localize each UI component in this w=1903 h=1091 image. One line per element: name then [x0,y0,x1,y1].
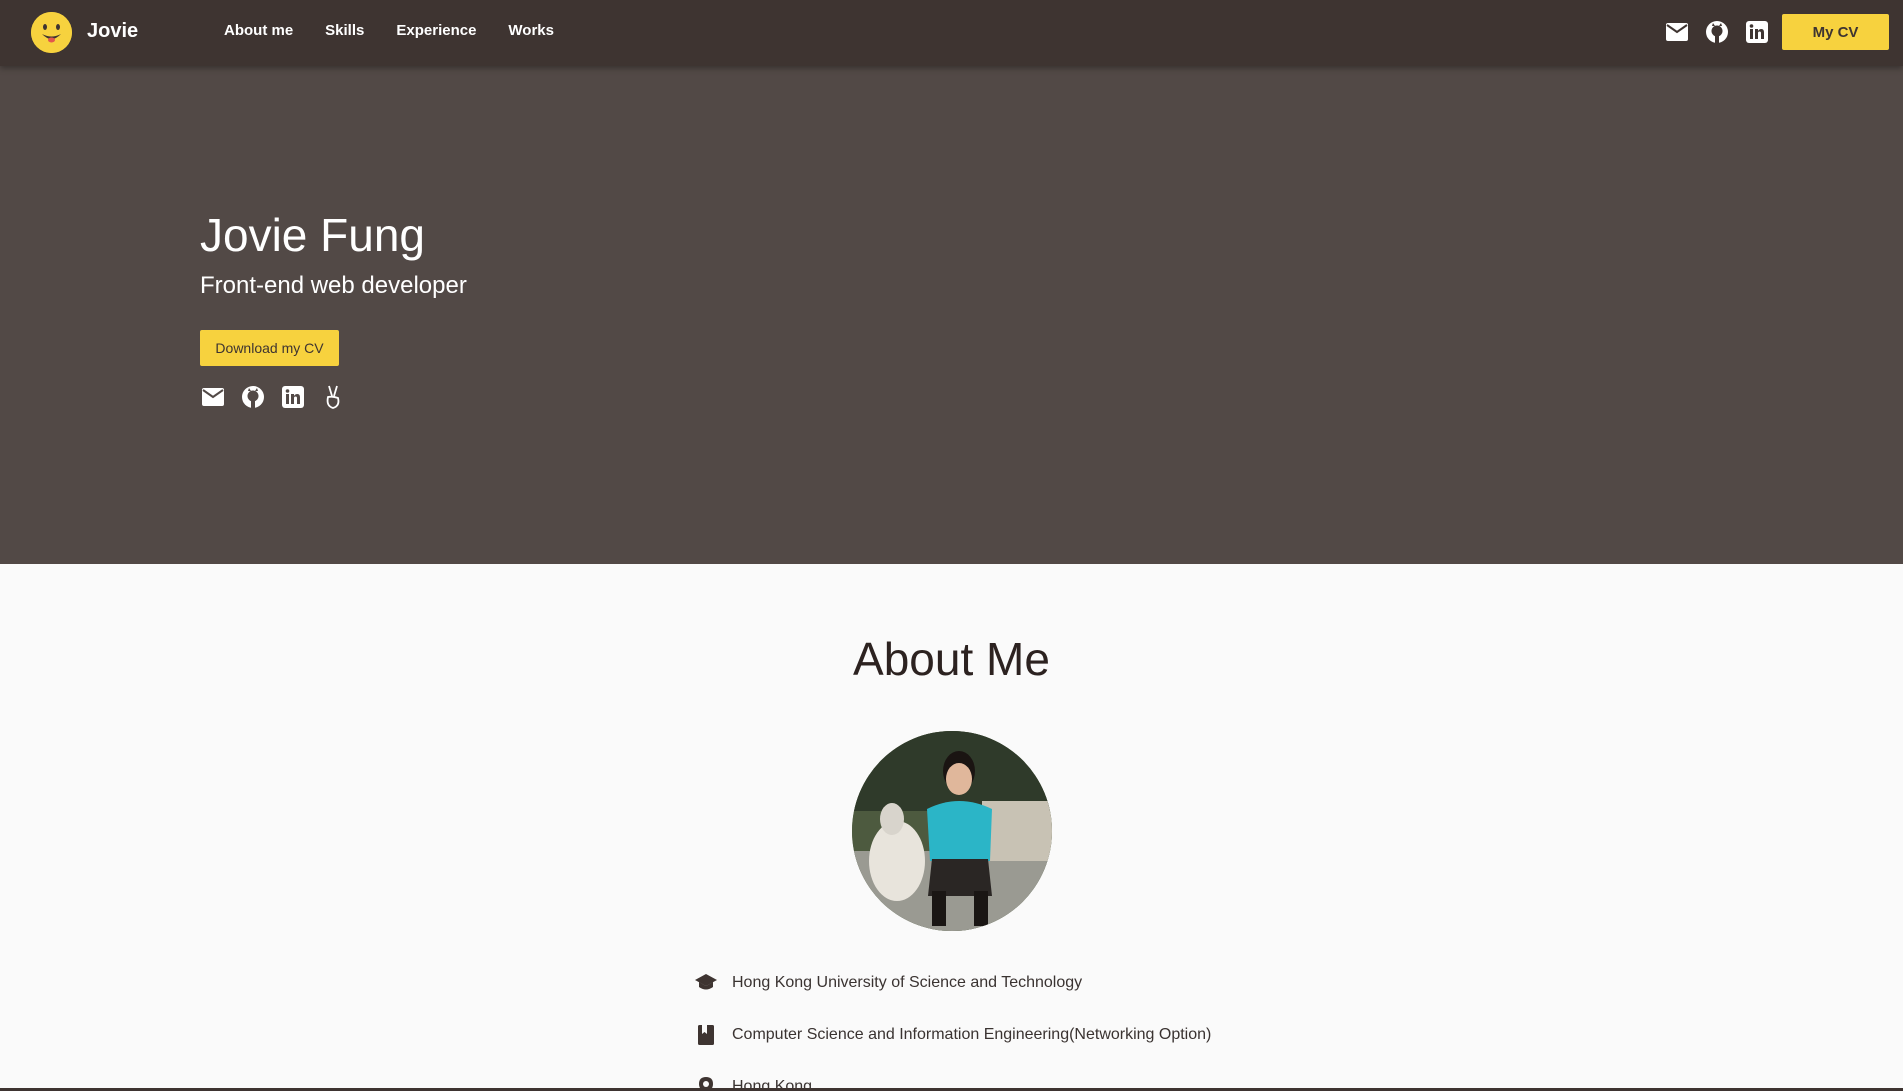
top-navbar: Jovie About me Skills Experience Works M… [0,0,1903,66]
github-icon[interactable] [240,384,266,410]
hero-section: Jovie Fung Front-end web developer Downl… [0,66,1903,564]
github-icon[interactable] [1704,19,1730,45]
download-cv-button[interactable]: Download my CV [200,330,339,366]
hero-name: Jovie Fung [200,209,426,261]
linkedin-icon[interactable] [1744,19,1770,45]
info-item-major: Computer Science and Information Enginee… [694,1022,1211,1048]
nav-item-skills[interactable]: Skills [325,22,364,39]
hero-role: Front-end web developer [200,272,467,299]
mail-icon[interactable] [200,384,226,410]
info-item-university: Hong Kong University of Science and Tech… [694,970,1211,996]
info-item-text: Computer Science and Information Enginee… [732,1026,1212,1043]
nav-item-works[interactable]: Works [508,22,554,39]
smiley-logo-icon[interactable] [31,12,72,53]
nav-item-experience[interactable]: Experience [396,22,476,39]
mail-icon[interactable] [1664,19,1690,45]
hero-social-links [200,384,346,410]
my-cv-button[interactable]: My CV [1782,14,1889,50]
brand-name[interactable]: Jovie [87,20,138,43]
nav-item-about-me[interactable]: About me [224,22,293,39]
about-info-list: Hong Kong University of Science and Tech… [694,970,1211,1091]
about-section-title: About Me [853,633,1050,685]
main-nav: About me Skills Experience Works [224,22,586,39]
linkedin-icon[interactable] [280,384,306,410]
book-icon [694,1023,718,1047]
graduation-cap-icon [694,971,718,995]
info-item-text: Hong Kong University of Science and Tech… [732,974,1083,991]
profile-photo [852,731,1052,931]
angellist-icon[interactable] [320,384,346,410]
